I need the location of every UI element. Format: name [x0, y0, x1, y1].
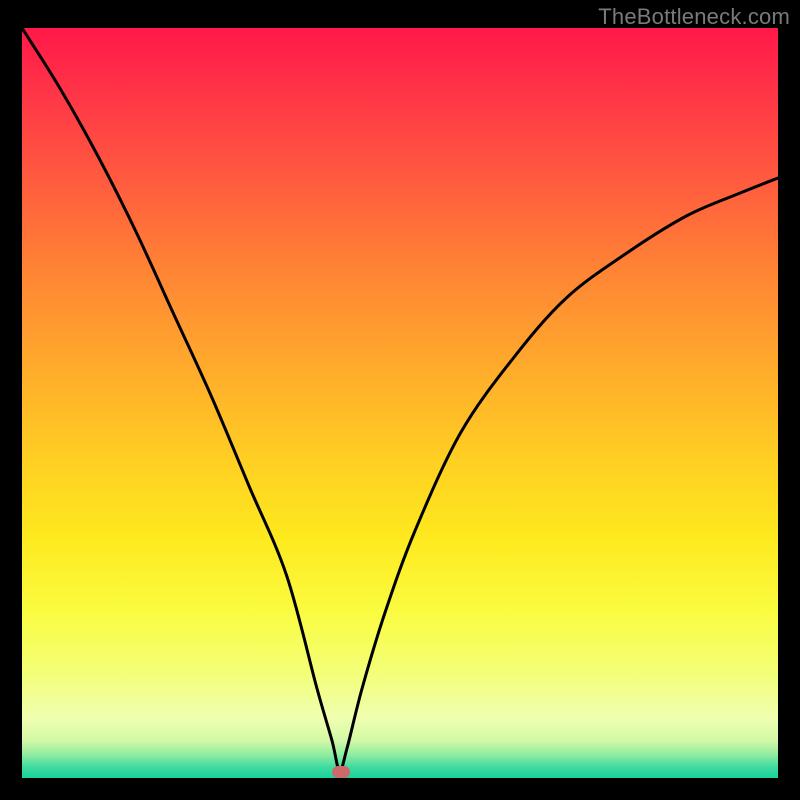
optimum-marker	[332, 766, 350, 778]
chart-frame: TheBottleneck.com	[0, 0, 800, 800]
watermark-text: TheBottleneck.com	[598, 4, 790, 30]
plot-area	[22, 28, 778, 778]
bottleneck-curve	[22, 28, 778, 778]
